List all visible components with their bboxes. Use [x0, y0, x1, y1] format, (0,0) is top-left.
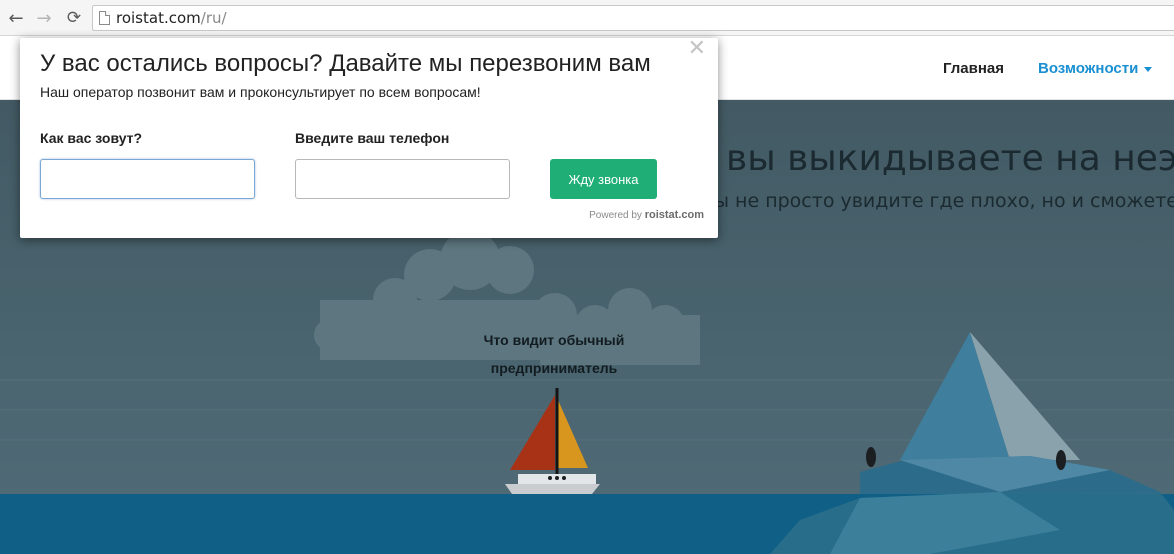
page-icon [99, 11, 110, 25]
reload-icon[interactable]: ⟳ [62, 6, 86, 30]
hero-title: вы выкидываете на неэфф [726, 138, 1174, 179]
forward-arrow-icon[interactable]: → [32, 6, 56, 30]
url-path: /ru/ [200, 9, 227, 27]
iceberg-icon [860, 332, 1160, 498]
callback-modal: ✕ У вас остались вопросы? Давайте мы пер… [20, 38, 718, 238]
scene-caption: Что видит обычный предприниматель [468, 326, 640, 382]
powered-by-prefix: Powered by [589, 210, 642, 221]
scene-caption-line: Что видит обычный [483, 332, 625, 348]
name-label: Как вас зовут? [40, 130, 143, 146]
caret-down-icon [1144, 66, 1153, 72]
phone-label: Введите ваш телефон [295, 130, 450, 146]
phone-input[interactable] [295, 159, 510, 199]
nav-link-features[interactable]: Возможности [1038, 60, 1153, 77]
hero-subtitle: ы не просто увидите где плохо, но и смож… [714, 190, 1174, 212]
address-bar[interactable]: roistat.com/ru/ [92, 5, 1174, 31]
powered-by: Powered by roistat.com [589, 209, 704, 221]
name-input[interactable] [40, 159, 255, 199]
sailboat-icon [505, 388, 600, 494]
modal-title: У вас остались вопросы? Давайте мы перез… [40, 50, 651, 77]
nav-link-home[interactable]: Главная [943, 60, 1004, 77]
url-host: roistat.com [116, 9, 201, 27]
nav-features-label: Возможности [1038, 60, 1139, 77]
scene-caption-line: предприниматель [490, 360, 618, 376]
browser-toolbar: ← → ⟳ roistat.com/ru/ [0, 0, 1174, 36]
close-icon[interactable]: ✕ [688, 38, 706, 60]
powered-by-brand[interactable]: roistat.com [645, 209, 704, 221]
modal-subtitle: Наш оператор позвонит вам и проконсульти… [40, 84, 481, 100]
back-arrow-icon[interactable]: ← [4, 6, 28, 30]
request-call-button[interactable]: Жду звонка [550, 159, 657, 199]
